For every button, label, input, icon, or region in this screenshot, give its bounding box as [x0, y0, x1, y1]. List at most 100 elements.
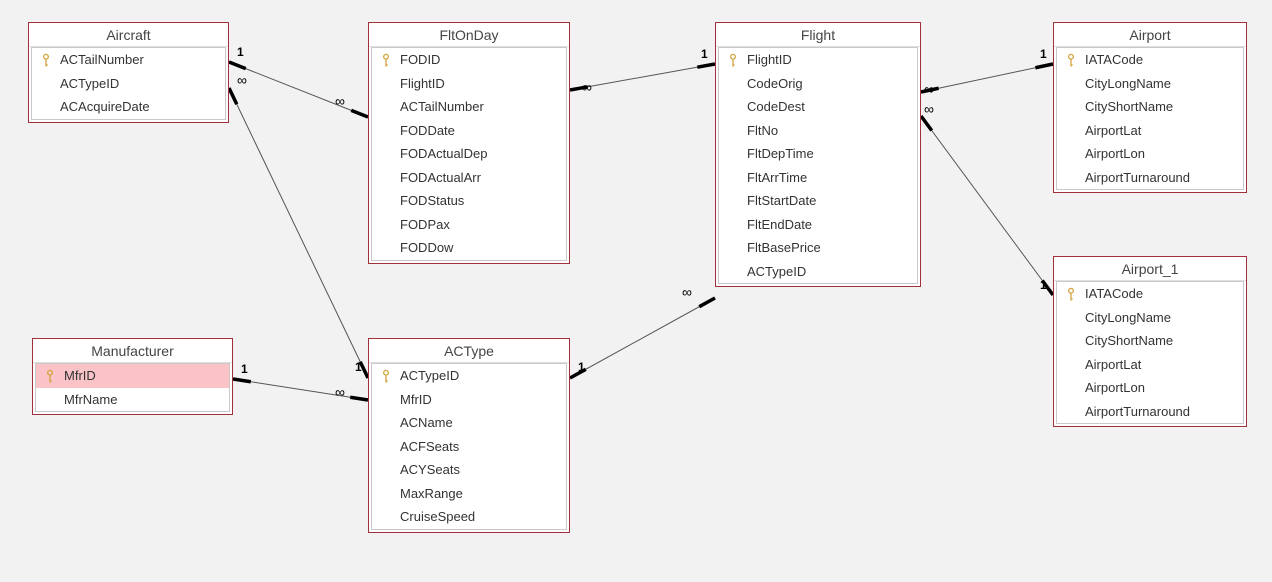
field-row[interactable]: FltNo — [719, 119, 917, 143]
field-label: ACFSeats — [400, 438, 558, 456]
relation-line[interactable] — [570, 298, 715, 378]
field-list: MfrID MfrName — [35, 363, 230, 412]
field-row[interactable]: FlightID — [719, 48, 917, 72]
cardinality-many-label: ∞ — [237, 72, 247, 88]
field-row[interactable]: CityShortName — [1057, 329, 1243, 353]
table-flight[interactable]: FlightFlightID CodeOrig CodeDestFltNoFltDe… — [715, 22, 921, 287]
field-row[interactable]: FODActualDep — [372, 142, 566, 166]
field-row[interactable]: MaxRange — [372, 482, 566, 506]
table-title[interactable]: FltOnDay — [369, 23, 569, 47]
field-row[interactable]: ACAcquireDate — [32, 95, 225, 119]
cardinality-many-label: ∞ — [924, 81, 934, 97]
field-row[interactable]: ACYSeats — [372, 458, 566, 482]
field-row[interactable]: FltDepTime — [719, 142, 917, 166]
primary-key-icon — [38, 53, 54, 67]
field-row[interactable]: FODDate — [372, 119, 566, 143]
field-row[interactable]: MfrName — [36, 388, 229, 412]
table-title[interactable]: Flight — [716, 23, 920, 47]
cardinality-many-label: ∞ — [335, 384, 345, 400]
primary-key-icon — [378, 369, 394, 383]
field-row[interactable]: AirportLon — [1057, 376, 1243, 400]
field-row[interactable]: CodeDest — [719, 95, 917, 119]
field-label: AirportTurnaround — [1085, 403, 1235, 421]
field-row[interactable]: AirportLat — [1057, 119, 1243, 143]
relation-line[interactable] — [233, 379, 368, 400]
relation-line[interactable] — [570, 64, 715, 90]
table-title[interactable]: Manufacturer — [33, 339, 232, 363]
field-row[interactable]: CruiseSpeed — [372, 505, 566, 529]
field-row[interactable]: ACName — [372, 411, 566, 435]
field-row[interactable]: ACTypeID — [719, 260, 917, 284]
field-row[interactable]: IATACode — [1057, 48, 1243, 72]
field-row[interactable]: FODID — [372, 48, 566, 72]
table-actype[interactable]: ACTypeACTypeID MfrID ACName ACFSeats ACYSeat… — [368, 338, 570, 533]
table-title[interactable]: Airport — [1054, 23, 1246, 47]
field-row[interactable]: FODActualArr — [372, 166, 566, 190]
field-row[interactable]: FODPax — [372, 213, 566, 237]
field-row[interactable]: FltBasePrice — [719, 236, 917, 260]
relation-line[interactable] — [229, 62, 368, 117]
primary-key-icon — [42, 369, 58, 383]
table-aircraft[interactable]: AircraftACTailNumberACTypeIDACAcquireDat… — [28, 22, 229, 123]
field-label: AirportLon — [1085, 379, 1235, 397]
field-row[interactable]: FODDow — [372, 236, 566, 260]
field-row[interactable]: IATACode — [1057, 282, 1243, 306]
table-title[interactable]: Airport_1 — [1054, 257, 1246, 281]
field-label: MfrID — [64, 367, 221, 385]
field-row[interactable]: ACFSeats — [372, 435, 566, 459]
field-label: MfrID — [400, 391, 558, 409]
table-manufacturer[interactable]: Manufacturer MfrID MfrName — [32, 338, 233, 415]
field-label: CityLongName — [1085, 309, 1235, 327]
field-row[interactable]: MfrID — [372, 388, 566, 412]
field-row[interactable]: FltArrTime — [719, 166, 917, 190]
table-airport[interactable]: Airport IATACode CityLongNameCityShortName… — [1053, 22, 1247, 193]
cardinality-one-label: 1 — [578, 360, 585, 374]
cardinality-many-label: ∞ — [682, 284, 692, 300]
field-label: FODActualDep — [400, 145, 558, 163]
field-label: IATACode — [1085, 285, 1235, 303]
table-fltonday[interactable]: FltOnDay FODID FlightIDACTailNumberFODDate… — [368, 22, 570, 264]
field-row[interactable]: ACTailNumber — [372, 95, 566, 119]
table-airport1[interactable]: Airport_1 IATACode CityLongName CityShortNa… — [1053, 256, 1247, 427]
relation-end-bar — [350, 397, 368, 400]
field-row[interactable]: AirportTurnaround — [1057, 400, 1243, 424]
table-title[interactable]: ACType — [369, 339, 569, 363]
relation-end-bar — [570, 369, 586, 378]
field-row[interactable]: CodeOrig — [719, 72, 917, 96]
cardinality-many-label: ∞ — [924, 101, 934, 117]
field-list: ACTailNumberACTypeIDACAcquireDate — [31, 47, 226, 120]
field-label: CityShortName — [1085, 332, 1235, 350]
cardinality-one-label: 1 — [241, 362, 248, 376]
field-row[interactable]: ACTypeID — [32, 72, 225, 96]
field-row[interactable]: AirportLat — [1057, 353, 1243, 377]
primary-key-icon — [725, 53, 741, 67]
field-row[interactable]: ACTypeID — [372, 364, 566, 388]
field-label: ACName — [400, 414, 558, 432]
field-row[interactable]: AirportTurnaround — [1057, 166, 1243, 190]
relation-line[interactable] — [229, 88, 368, 378]
relation-line[interactable] — [921, 116, 1053, 295]
field-row[interactable]: AirportLon — [1057, 142, 1243, 166]
field-label: FODID — [400, 51, 558, 69]
field-label: CodeOrig — [747, 75, 909, 93]
table-title[interactable]: Aircraft — [29, 23, 228, 47]
field-row[interactable]: FODStatus — [372, 189, 566, 213]
field-row[interactable]: FlightID — [372, 72, 566, 96]
field-label: AirportTurnaround — [1085, 169, 1235, 187]
relation-end-bar — [570, 87, 588, 90]
relation-end-bar — [233, 379, 251, 382]
field-row[interactable]: FltStartDate — [719, 189, 917, 213]
field-row[interactable]: CityLongName — [1057, 72, 1243, 96]
field-row[interactable]: CityLongName — [1057, 306, 1243, 330]
cardinality-one-label: 1 — [355, 360, 362, 374]
field-row[interactable]: ACTailNumber — [32, 48, 225, 72]
field-list: IATACodeCityLongNameCityShortNameAirport… — [1056, 47, 1244, 190]
field-label: ACYSeats — [400, 461, 558, 479]
field-label: IATACode — [1085, 51, 1235, 69]
cardinality-one-label: 1 — [1040, 47, 1047, 61]
field-label: FltStartDate — [747, 192, 909, 210]
field-row[interactable]: MfrID — [36, 364, 229, 388]
relation-line[interactable] — [921, 64, 1053, 92]
field-row[interactable]: CityShortName — [1057, 95, 1243, 119]
field-row[interactable]: FltEndDate — [719, 213, 917, 237]
